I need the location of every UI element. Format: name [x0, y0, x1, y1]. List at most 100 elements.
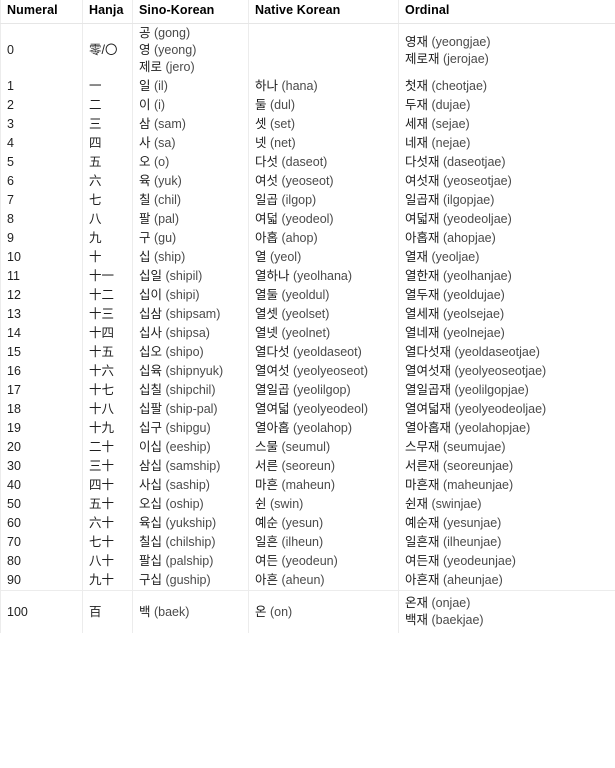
- romanization-text: (dul): [269, 98, 295, 112]
- hangul-text: 영재: [405, 34, 432, 49]
- table-row: 16 十六 십육 (shipnyuk) 열여섯 (yeolyeoseot) 열여섯재 (…: [0, 362, 615, 381]
- table-row: 3三삼 (sam) 셋 (set) 세재 (sejae): [0, 115, 615, 134]
- hangul-text: 넷: [255, 136, 270, 150]
- romanization-text: (swinjae): [431, 497, 482, 511]
- romanization-text: (yeolyeoseotjae): [454, 364, 547, 378]
- cell-native-korean: 열여덟 (yeolyeodeol): [248, 400, 399, 419]
- cell-ordinal: 열재 (yeoljae): [398, 248, 615, 267]
- romanization-text: (pal): [153, 212, 179, 226]
- hangul-text: 사: [139, 136, 154, 150]
- cell-sino-korean: 십구 (shipgu): [132, 419, 249, 438]
- cell-native-korean-line: 열 (yeol): [255, 249, 394, 266]
- romanization-text: (palship): [165, 554, 214, 568]
- cell-native-korean-line: 쉰 (swin): [255, 496, 394, 513]
- romanization-text: (set): [269, 117, 295, 131]
- romanization-text: (yeodeol): [281, 212, 334, 226]
- cell-sino-korean: 십 (ship): [132, 248, 249, 267]
- cell-numeral: 19: [0, 419, 83, 438]
- cell-sino-korean-line: 이 (i): [139, 97, 244, 114]
- cell-hanja: 十: [82, 248, 133, 267]
- cell-numeral: 11: [0, 267, 83, 286]
- hangul-text: 두재: [405, 98, 432, 112]
- cell-hanja: 十六: [82, 362, 133, 381]
- romanization-text: (baekjae): [431, 613, 484, 627]
- table-row: 12 十二 십이 (shipi) 열둘 (yeoldul) 열두재 (yeoldujae…: [0, 286, 615, 305]
- cell-native-korean: 열둘 (yeoldul): [248, 286, 399, 305]
- romanization-text: (shipsam): [165, 307, 221, 321]
- cell-hanja: 八十: [82, 552, 133, 571]
- cell-ordinal-line: 스무재 (seumujae): [405, 439, 612, 456]
- hangul-text: 삼: [139, 117, 154, 131]
- cell-sino-korean-line: 공 (gong): [139, 25, 244, 42]
- cell-hanja: 一: [82, 77, 133, 96]
- romanization-text: (yeongjae): [431, 34, 491, 49]
- romanization-text: (shipgu): [165, 421, 211, 435]
- romanization-text: (onjae): [431, 596, 471, 610]
- romanization-text: (gong): [153, 26, 191, 40]
- cell-sino-korean-line: 육 (yuk): [139, 173, 244, 190]
- cell-native-korean-line: 서른 (seoreun): [255, 458, 394, 475]
- hangul-text: 제로: [139, 60, 166, 74]
- cell-sino-korean-line: 십 (ship): [139, 249, 244, 266]
- romanization-text: (yeolyeodeol): [292, 402, 369, 416]
- cell-hanja: 六: [82, 172, 133, 191]
- romanization-text: (yukship): [165, 516, 217, 530]
- hangul-text: 십일: [139, 269, 166, 283]
- romanization-text: (yeolsejae): [442, 307, 505, 321]
- cell-sino-korean-line: 영 (yeong): [139, 42, 244, 59]
- cell-native-korean-line: 열셋 (yeolset): [255, 306, 394, 323]
- hangul-text: 온재: [405, 596, 432, 610]
- hangul-text: 영: [139, 43, 154, 57]
- hangul-text: 열하나: [255, 269, 293, 283]
- hangul-text: 세재: [405, 117, 432, 131]
- cell-native-korean-line: 온 (on): [255, 604, 394, 621]
- cell-sino-korean: 십이 (shipi): [132, 286, 249, 305]
- romanization-text: (seoreun): [281, 459, 335, 473]
- cell-sino-korean-line: 이십 (eeship): [139, 439, 244, 456]
- cell-ordinal: 예순재 (yesunjae): [398, 514, 615, 533]
- romanization-text: (ilgopjae): [442, 193, 495, 207]
- cell-sino-korean: 칠 (chil): [132, 191, 249, 210]
- romanization-text: (aheunjae): [442, 573, 503, 587]
- cell-sino-korean: 이 (i): [132, 96, 249, 115]
- cell-hanja: 十八: [82, 400, 133, 419]
- korean-numbers-page: Numeral Hanja Sino-Korean Native Korean …: [0, 0, 615, 768]
- column-header-sino-korean: Sino-Korean: [132, 0, 249, 24]
- cell-sino-korean-line: 십오 (shipo): [139, 344, 244, 361]
- table-row: 0 零/〇 공 (gong) 영 (yeong) 제로 (jero) 영재 (yeongj…: [0, 23, 615, 77]
- cell-sino-korean: 십육 (shipnyuk): [132, 362, 249, 381]
- cell-sino-korean-line: 십구 (shipgu): [139, 420, 244, 437]
- table-row: 90 九十 구십 (guship) 아흔 (aheun) 아흔재 (aheunjae): [0, 571, 615, 591]
- cell-sino-korean-line: 구십 (guship): [139, 572, 244, 589]
- cell-native-korean: 아흔 (aheun): [248, 571, 399, 591]
- cell-native-korean-line: 스물 (seumul): [255, 439, 394, 456]
- cell-numeral: 1: [0, 77, 83, 96]
- cell-ordinal-line: 열네재 (yeolnejae): [405, 325, 612, 342]
- cell-sino-korean-line: 팔십 (palship): [139, 553, 244, 570]
- column-header-numeral: Numeral: [0, 0, 83, 24]
- hangul-text: 열재: [405, 250, 432, 264]
- hangul-text: 여덟재: [405, 212, 443, 226]
- table-row: 5五오 (o) 다섯 (daseot) 다섯재 (daseotjae): [0, 153, 615, 172]
- cell-native-korean-line: 열다섯 (yeoldaseot): [255, 344, 394, 361]
- table-row: 50 五十 오십 (oship) 쉰 (swin) 쉰재 (swinjae): [0, 495, 615, 514]
- hangul-text: 스물: [255, 440, 282, 454]
- romanization-text: (samship): [165, 459, 221, 473]
- hangul-text: 육십: [139, 516, 166, 530]
- cell-native-korean-line: 예순 (yesun): [255, 515, 394, 532]
- hangul-text: 열여덟: [255, 402, 293, 416]
- cell-numeral: 17: [0, 381, 83, 400]
- hangul-text: 칠: [139, 193, 154, 207]
- cell-hanja: 五: [82, 153, 133, 172]
- romanization-text: (yeolhanjae): [442, 269, 512, 283]
- romanization-text: (seumujae): [442, 440, 506, 454]
- cell-ordinal-line: 여덟재 (yeodeoljae): [405, 211, 612, 228]
- cell-sino-korean-line: 칠십 (chilship): [139, 534, 244, 551]
- hangul-text: 십팔: [139, 402, 166, 416]
- hangul-text: 삼십: [139, 459, 166, 473]
- cell-numeral: 4: [0, 134, 83, 153]
- table-row: 70 七十 칠십 (chilship) 일흔 (ilheun) 일흔재 (ilheunj…: [0, 533, 615, 552]
- romanization-text: (nejae): [431, 136, 471, 150]
- cell-hanja: 四: [82, 134, 133, 153]
- cell-hanja: 七: [82, 191, 133, 210]
